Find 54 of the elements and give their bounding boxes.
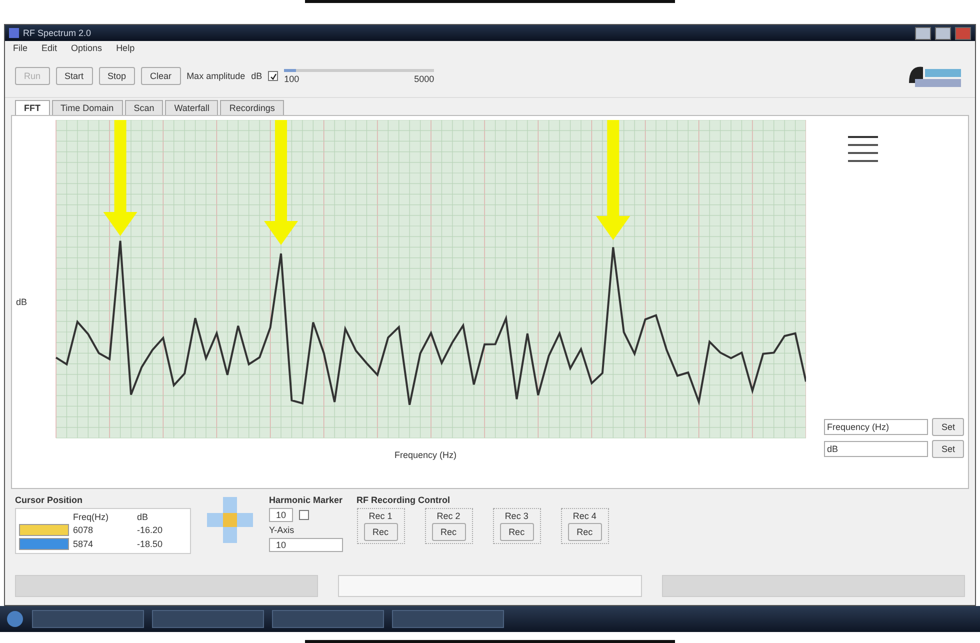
recorder-label: Rec 4: [572, 511, 596, 521]
y-axis-label: dB: [15, 297, 28, 307]
menu-item[interactable]: File: [13, 43, 28, 53]
recorder-label: Rec 3: [504, 511, 528, 521]
toolbar-button[interactable]: Clear: [141, 67, 181, 85]
slider-track[interactable]: [284, 68, 434, 72]
checkbox[interactable]: [268, 71, 278, 81]
tab[interactable]: Waterfall: [165, 100, 218, 115]
table-cell-text: 5874: [73, 539, 94, 549]
maximize-button[interactable]: [935, 26, 951, 40]
minimize-button[interactable]: [915, 26, 931, 40]
input-field[interactable]: 10: [269, 538, 343, 552]
menu-item[interactable]: Edit: [42, 43, 58, 53]
record-button[interactable]: Rec: [364, 523, 398, 541]
tab[interactable]: Scan: [124, 100, 164, 115]
recorder-label: Rec 1: [368, 511, 392, 521]
app-icon: [9, 28, 19, 38]
slider-min: 100: [284, 74, 300, 84]
slider-max: 5000: [414, 74, 434, 84]
tab[interactable]: Time Domain: [52, 100, 123, 115]
checkbox[interactable]: [299, 510, 310, 520]
set-button[interactable]: Set: [932, 418, 964, 436]
taskbar-item[interactable]: [32, 610, 144, 628]
group-title: Harmonic Marker: [269, 495, 343, 505]
menu-item[interactable]: Options: [71, 43, 102, 53]
table-cell-text: -18.50: [137, 539, 164, 549]
input-field[interactable]: dB: [824, 441, 928, 457]
toolbar-button[interactable]: Start: [56, 67, 93, 85]
menu-item[interactable]: Help: [116, 43, 135, 53]
input-field[interactable]: 10: [269, 508, 294, 522]
record-button[interactable]: Rec: [500, 523, 534, 541]
tab[interactable]: FFT: [15, 100, 50, 115]
axis-label: Y-Axis: [269, 525, 296, 535]
set-button[interactable]: Set: [932, 440, 964, 458]
amplitude-label: Max amplitude: [186, 71, 246, 81]
tab[interactable]: Recordings: [220, 100, 284, 115]
column-header: Freq(Hz): [73, 512, 110, 522]
table-cell-text: 6078: [73, 525, 94, 535]
window-title: RF Spectrum 2.0: [23, 28, 92, 38]
taskbar-item[interactable]: [392, 610, 504, 628]
x-axis-label: Frequency (Hz): [394, 450, 457, 460]
recorder-label: Rec 2: [436, 511, 460, 521]
taskbar-item[interactable]: [272, 610, 384, 628]
group-title: Cursor Position: [15, 495, 84, 505]
group-title: RF Recording Control: [356, 495, 452, 505]
start-icon[interactable]: [6, 610, 24, 628]
toolbar-button[interactable]: Stop: [98, 67, 136, 85]
unit-label: dB: [251, 71, 262, 81]
taskbar-item[interactable]: [152, 610, 264, 628]
column-header: dB: [137, 512, 150, 522]
record-button[interactable]: Rec: [568, 523, 602, 541]
record-button[interactable]: Rec: [432, 523, 466, 541]
input-field[interactable]: Frequency (Hz): [824, 419, 928, 435]
table-cell-text: -16.20: [137, 525, 164, 535]
